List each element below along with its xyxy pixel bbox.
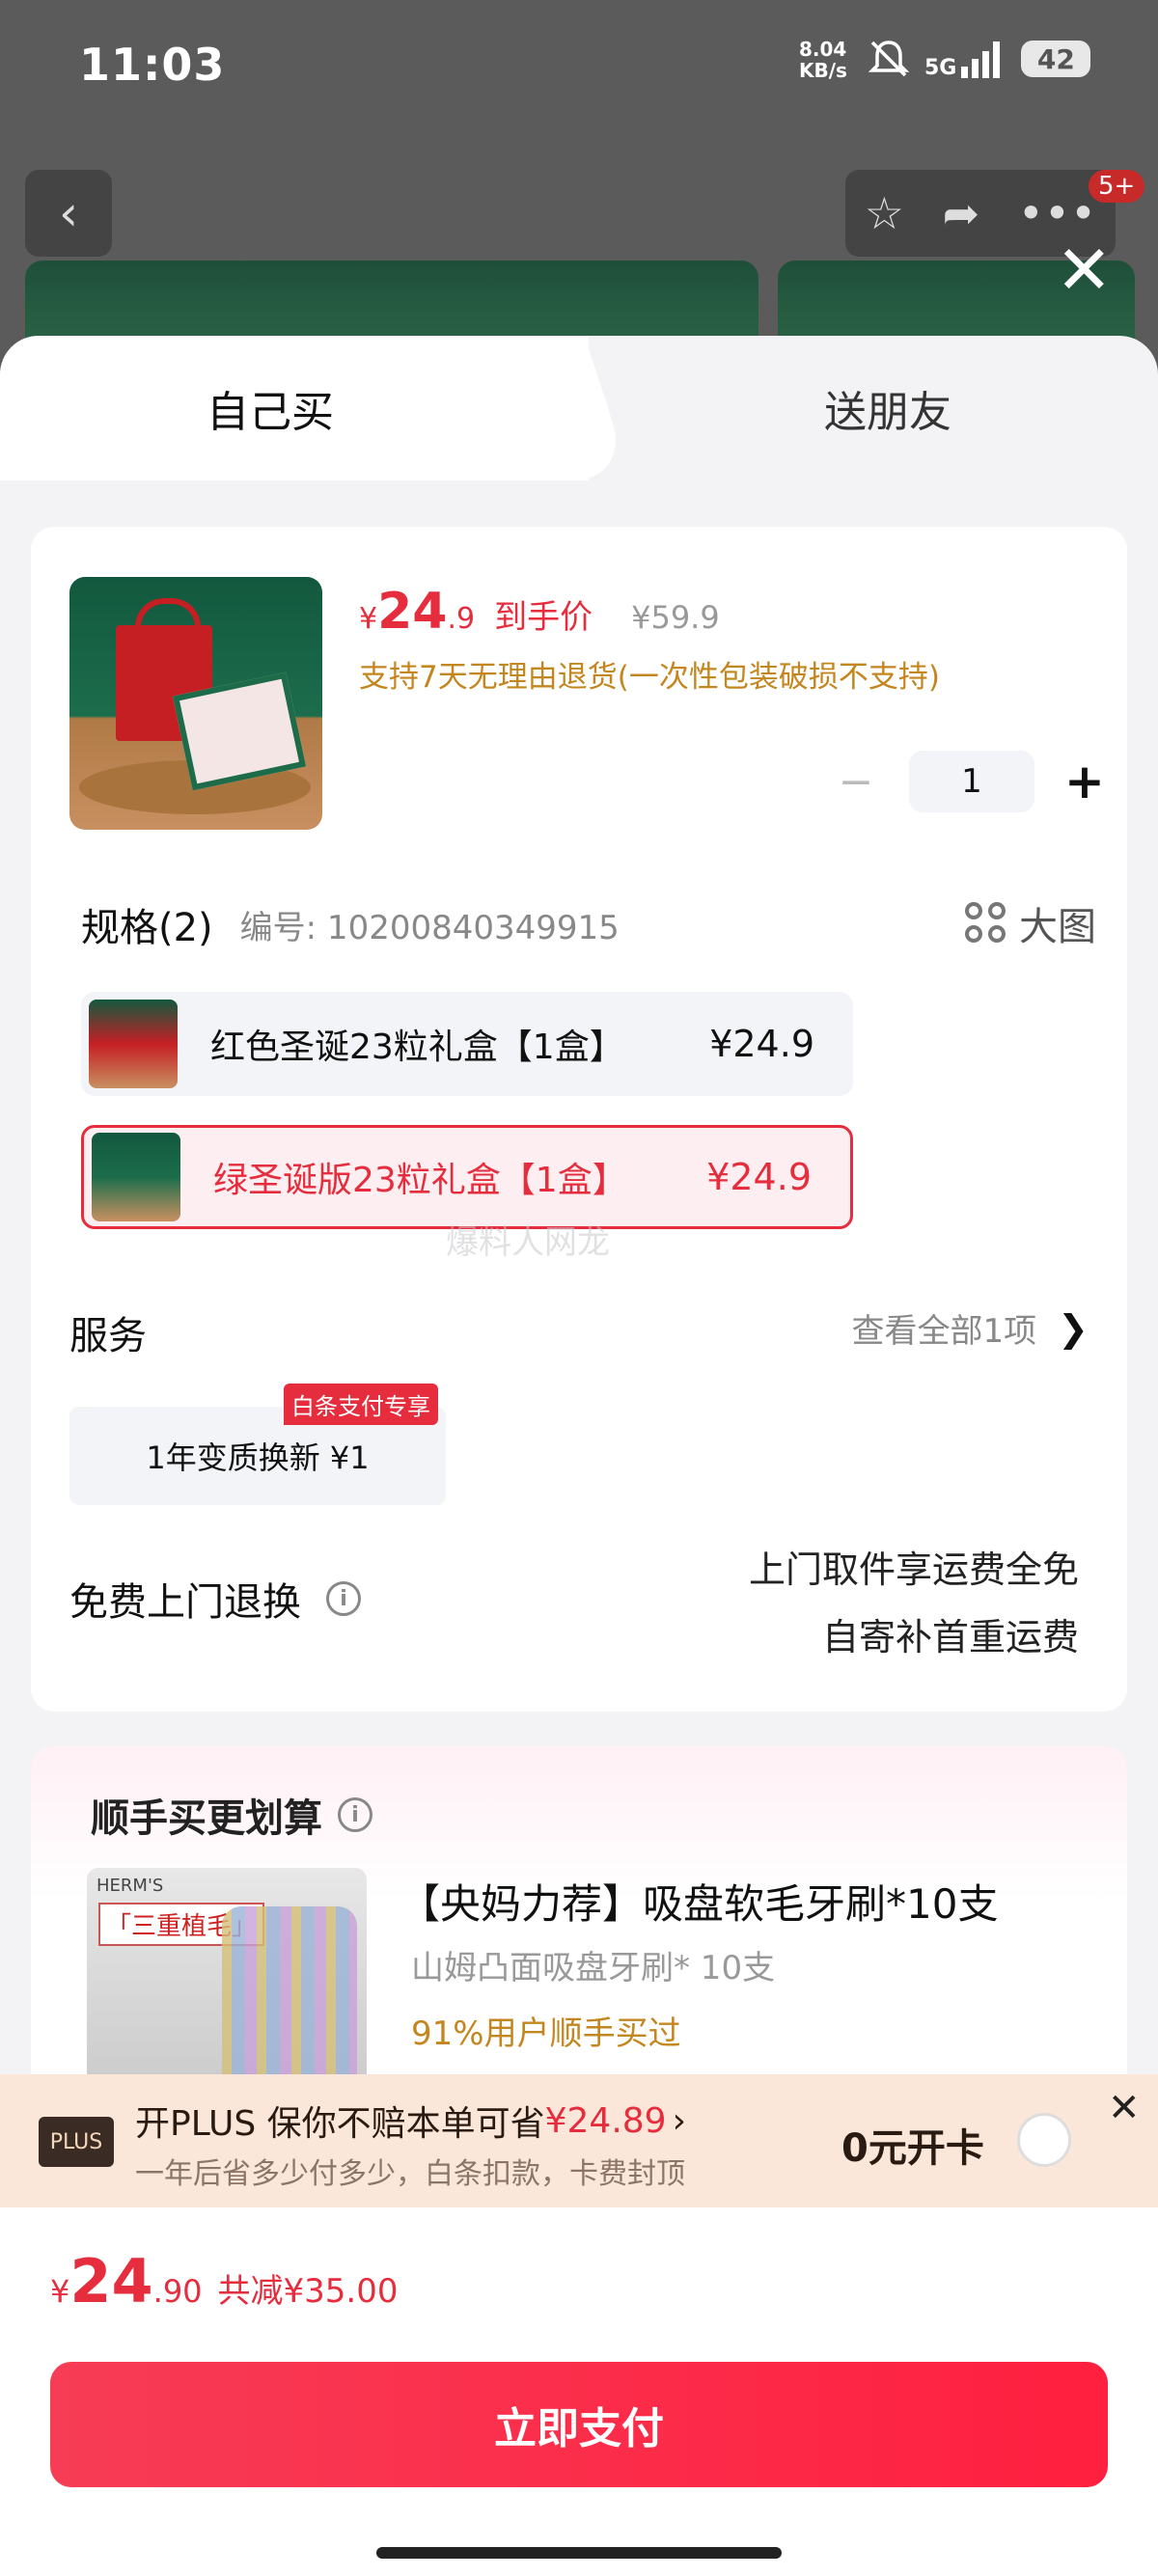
free-return-line1: 上门取件享运费全免 <box>748 1548 1079 1591</box>
star-icon[interactable]: ☆ <box>865 187 904 239</box>
option-price: ¥24.9 <box>706 1156 812 1198</box>
pay-bar: ¥ 24 .90 共减¥35.00 立即支付 <box>0 2207 1158 2576</box>
spec-title: 规格(2) <box>81 906 213 950</box>
speed-unit: KB/s <box>799 59 847 82</box>
view-all-services[interactable]: 查看全部1项 ❯ <box>852 1304 1089 1352</box>
status-time: 11:03 <box>79 39 226 91</box>
big-image-label: 大图 <box>1019 905 1096 949</box>
screen: 11:03 8.04 KB/s 5G 42 ‹ ☆ ➦ ••• 5+ ✕ 自己买… <box>0 0 1158 2576</box>
free-return-line2: 自寄补首重运费 <box>821 1616 1079 1658</box>
share-icon[interactable]: ➦ <box>943 187 980 239</box>
big-image-button[interactable]: 大图 <box>965 895 1096 951</box>
close-icon[interactable]: ✕ <box>1056 236 1113 304</box>
total-price: ¥ 24 .90 共减¥35.00 <box>50 2246 399 2316</box>
battery-icon: 42 <box>1021 41 1091 77</box>
chevron-right-icon: ❯ <box>1058 1306 1089 1350</box>
tab-self-label: 自己买 <box>207 388 334 437</box>
network-speed: 8.04 KB/s <box>799 39 847 81</box>
option-label: 红色圣诞23粒礼盒【1盒】 <box>210 1028 624 1067</box>
view-all-label: 查看全部1项 <box>851 1312 1037 1351</box>
option-price: ¥24.9 <box>709 1023 814 1065</box>
currency-symbol: ¥ <box>50 2273 70 2310</box>
plus-open-radio[interactable] <box>1017 2113 1071 2167</box>
return-policy: 支持7天无理由退货(一次性包装破损不支持) <box>359 660 940 695</box>
speed-value: 8.04 <box>799 38 847 61</box>
quantity-field[interactable]: 1 <box>909 751 1034 812</box>
total-integer: 24 <box>69 2246 153 2316</box>
total-discount: 共减¥35.00 <box>217 2272 399 2311</box>
plus-promo-amount: ¥24.89 <box>544 2100 667 2141</box>
network-type: 5G <box>924 56 957 80</box>
price-tag: 到手价 <box>494 598 593 637</box>
addon-item-title[interactable]: 【央妈力荐】吸盘软毛牙刷*10支 <box>400 1872 998 1931</box>
plus-promo-subtext: 一年后省多少付多少，白条扣款，卡费封顶 <box>135 2157 685 2191</box>
plus-open-label: 0元开卡 <box>841 2126 984 2171</box>
signal-icon <box>961 41 1001 78</box>
addon-title-label: 顺手买更划算 <box>91 1796 322 1841</box>
spec-option-green-selected[interactable]: 绿圣诞版23粒礼盒【1盒】 ¥24.9 <box>81 1125 853 1229</box>
grid-icon <box>965 902 1007 945</box>
increase-button[interactable]: + <box>1054 751 1116 812</box>
option-thumbnail <box>92 1133 180 1221</box>
option-thumbnail <box>89 1000 178 1088</box>
purchase-tabs: 自己买 送朋友 <box>0 336 1158 480</box>
info-icon[interactable]: i <box>326 1581 361 1616</box>
addon-item-stat: 91%用户顺手买过 <box>411 2014 681 2053</box>
spec-header: 规格(2) 编号: 10200840349915 大图 <box>81 895 1104 953</box>
service-title: 服务 <box>69 1314 147 1358</box>
tab-friend[interactable]: 送朋友 <box>618 336 1158 480</box>
chevron-right-icon: › <box>672 2100 686 2141</box>
plus-promo-link[interactable]: 开PLUS 保你不赔本单可省 ¥24.89 › <box>135 2096 686 2146</box>
toothbrush-brand: HERM'S <box>96 1876 164 1896</box>
total-decimal: .90 <box>152 2273 203 2310</box>
free-return-label: 免费上门退换 <box>69 1580 301 1625</box>
spec-option-red[interactable]: 红色圣诞23粒礼盒【1盒】 ¥24.9 <box>81 992 853 1096</box>
info-icon[interactable]: i <box>338 1797 372 1832</box>
product-thumbnail[interactable] <box>69 577 322 830</box>
close-icon[interactable]: ✕ <box>1108 2086 1141 2130</box>
tab-self[interactable]: 自己买 <box>0 336 589 480</box>
pay-now-button[interactable]: 立即支付 <box>50 2362 1108 2487</box>
toothbrush-graphic <box>222 1906 357 2099</box>
service-badge: 白条支付专享 <box>284 1384 438 1425</box>
message-badge: 5+ <box>1089 170 1145 203</box>
status-bar: 11:03 8.04 KB/s 5G 42 <box>0 0 1158 135</box>
free-return-desc: 上门取件享运费全免 自寄补首重运费 <box>749 1536 1079 1671</box>
plus-promo-text: 开PLUS 保你不赔本单可省 <box>135 2104 545 2144</box>
back-icon[interactable]: ‹ <box>25 170 112 257</box>
addon-item-subtitle: 山姆凸面吸盘牙刷* 10支 <box>411 1949 776 1987</box>
price-row: ¥ 24 .9 到手价 ¥59.9 <box>359 583 720 641</box>
option-label: 绿圣诞版23粒礼盒【1盒】 <box>213 1161 627 1200</box>
signal-group: 5G <box>924 40 1007 80</box>
plus-logo: PLUS <box>39 2117 114 2167</box>
status-icons: 5G 42 <box>867 39 1091 80</box>
decrease-button[interactable]: − <box>822 751 890 812</box>
addon-title: 顺手买更划算 i <box>91 1787 372 1843</box>
background-page: ‹ ☆ ➦ ••• 5+ <box>0 145 1158 357</box>
product-code: 编号: 10200840349915 <box>239 908 620 947</box>
currency-symbol: ¥ <box>359 602 378 636</box>
product-card: ¥ 24 .9 到手价 ¥59.9 支持7天无理由退货(一次性包装破损不支持) … <box>31 527 1127 1712</box>
price-integer: 24 <box>377 583 448 641</box>
home-indicator[interactable] <box>376 2547 782 2559</box>
watermark: 爆料人网龙 <box>446 1223 610 1262</box>
mute-bell-icon <box>868 41 910 77</box>
price-decimal: .9 <box>447 602 476 636</box>
plus-promo-bar: PLUS 开PLUS 保你不赔本单可省 ¥24.89 › 一年后省多少付多少，白… <box>0 2074 1158 2207</box>
quantity-stepper: − 1 + <box>822 751 1116 812</box>
free-return-title: 免费上门退换 i <box>69 1571 361 1627</box>
original-price: ¥59.9 <box>631 599 720 636</box>
